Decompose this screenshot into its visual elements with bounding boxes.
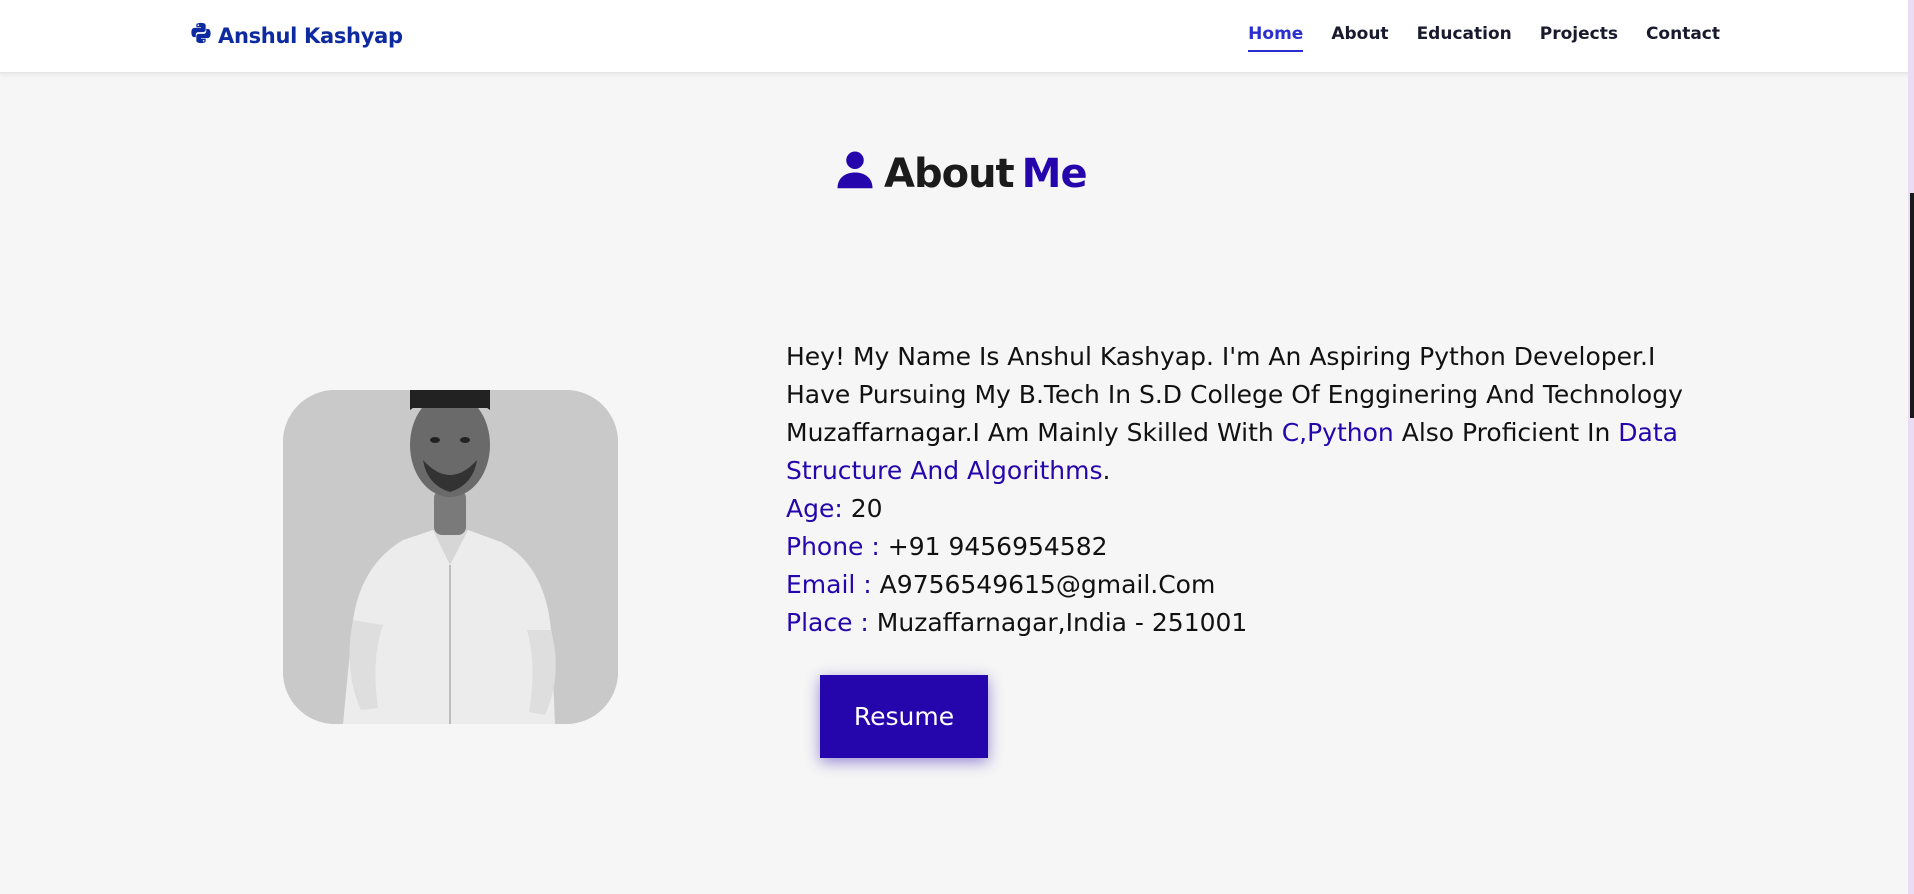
intro-text-2: Also Proficient In — [1393, 418, 1619, 447]
phone-label: Phone : — [786, 532, 880, 561]
phone-value: +91 9456954582 — [879, 532, 1108, 561]
resume-button[interactable]: Resume — [820, 675, 988, 758]
python-icon — [190, 22, 212, 49]
nav-contact[interactable]: Contact — [1646, 24, 1720, 52]
intro-end: . — [1102, 456, 1111, 485]
place-row: Place : Muzaffarnagar,India - 251001 — [786, 604, 1686, 642]
brand-name: Anshul Kashyap — [218, 23, 403, 48]
age-label: Age: — [786, 494, 843, 523]
phone-row: Phone : +91 9456954582 — [786, 528, 1686, 566]
site-header: Anshul Kashyap Home About Education Proj… — [0, 0, 1914, 73]
section-heading: About Me — [834, 148, 1088, 200]
age-value: 20 — [842, 494, 883, 523]
heading-word: About — [884, 151, 1015, 197]
skills-highlight: C,Python — [1281, 418, 1394, 447]
scrollbar-track[interactable] — [1908, 0, 1914, 894]
age-row: Age: 20 — [786, 490, 1686, 528]
main-nav: Home About Education Projects Contact — [1248, 24, 1720, 52]
nav-about[interactable]: About — [1331, 24, 1388, 52]
user-icon — [834, 148, 876, 200]
intro-paragraph: Hey! My Name Is Anshul Kashyap. I'm An A… — [786, 338, 1686, 490]
about-description: Hey! My Name Is Anshul Kashyap. I'm An A… — [786, 338, 1686, 642]
email-value: A9756549615@gmail.Com — [871, 570, 1216, 599]
email-row: Email : A9756549615@gmail.Com — [786, 566, 1686, 604]
nav-home[interactable]: Home — [1248, 24, 1304, 52]
nav-education[interactable]: Education — [1417, 24, 1512, 52]
heading-accent: Me — [1021, 151, 1088, 197]
place-label: Place : — [786, 608, 869, 637]
brand-logo[interactable]: Anshul Kashyap — [190, 22, 403, 49]
place-value: Muzaffarnagar,India - 251001 — [868, 608, 1248, 637]
email-label: Email : — [786, 570, 872, 599]
scrollbar-thumb[interactable] — [1910, 193, 1914, 418]
profile-photo — [283, 390, 618, 724]
nav-projects[interactable]: Projects — [1540, 24, 1618, 52]
